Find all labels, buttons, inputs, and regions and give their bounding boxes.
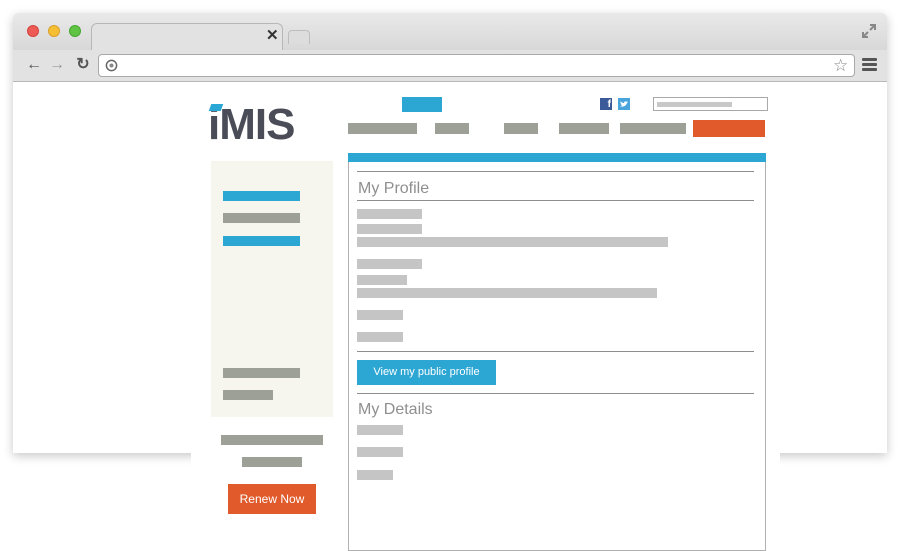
search-placeholder <box>657 102 732 107</box>
nav-item[interactable] <box>504 123 538 134</box>
sidebar-link[interactable] <box>223 390 273 400</box>
logo-accent <box>208 104 224 111</box>
divider <box>357 171 754 172</box>
view-public-profile-button[interactable]: View my public profile <box>357 360 496 385</box>
new-tab-button[interactable] <box>288 30 310 44</box>
reload-icon[interactable]: ↻ <box>74 56 92 74</box>
utility-nav-item[interactable] <box>402 97 442 112</box>
details-field <box>357 447 403 457</box>
browser-toolbar: ← → ↻ ☆ <box>13 50 887 82</box>
divider <box>357 351 754 352</box>
nav-cta-button[interactable] <box>693 120 765 137</box>
profile-field <box>357 275 407 285</box>
profile-field <box>357 224 422 234</box>
twitter-icon[interactable] <box>618 98 630 110</box>
profile-field <box>357 209 422 219</box>
member-info-line <box>242 457 302 467</box>
nav-item[interactable] <box>435 123 469 134</box>
title-bar: ✕ <box>13 13 887 51</box>
globe-icon <box>105 59 118 72</box>
member-info-line <box>221 435 323 445</box>
window-maximize-button[interactable] <box>69 25 81 37</box>
fullscreen-icon[interactable] <box>861 23 877 39</box>
details-field <box>357 470 393 480</box>
profile-field <box>357 259 422 269</box>
profile-field <box>357 288 657 298</box>
divider <box>357 393 754 394</box>
nav-item[interactable] <box>620 123 686 134</box>
window-close-button[interactable] <box>27 25 39 37</box>
menu-icon[interactable] <box>862 58 877 72</box>
sidebar-link[interactable] <box>223 213 300 223</box>
section-title-my-details: My Details <box>358 401 433 418</box>
profile-field <box>357 310 403 320</box>
address-bar[interactable]: ☆ <box>98 54 855 77</box>
nav-item[interactable] <box>559 123 609 134</box>
back-icon[interactable]: ← <box>25 56 43 74</box>
sidebar-link[interactable] <box>223 191 300 201</box>
nav-item[interactable] <box>348 123 417 134</box>
browser-tab[interactable]: ✕ <box>91 23 283 51</box>
star-icon[interactable]: ☆ <box>833 56 848 76</box>
facebook-icon[interactable]: f <box>600 98 612 110</box>
renew-now-button[interactable]: Renew Now <box>228 484 316 514</box>
tab-close-icon[interactable]: ✕ <box>266 28 279 44</box>
profile-field <box>357 237 668 247</box>
section-title-my-profile: My Profile <box>358 180 430 197</box>
profile-field <box>357 332 403 342</box>
sidebar-link[interactable] <box>223 236 300 246</box>
sidebar-link[interactable] <box>223 368 300 378</box>
divider <box>357 200 754 201</box>
details-field <box>357 425 403 435</box>
content-panel-header-bar <box>348 153 766 162</box>
search-input[interactable] <box>653 97 768 111</box>
forward-icon[interactable]: → <box>48 56 66 74</box>
window-minimize-button[interactable] <box>48 25 60 37</box>
